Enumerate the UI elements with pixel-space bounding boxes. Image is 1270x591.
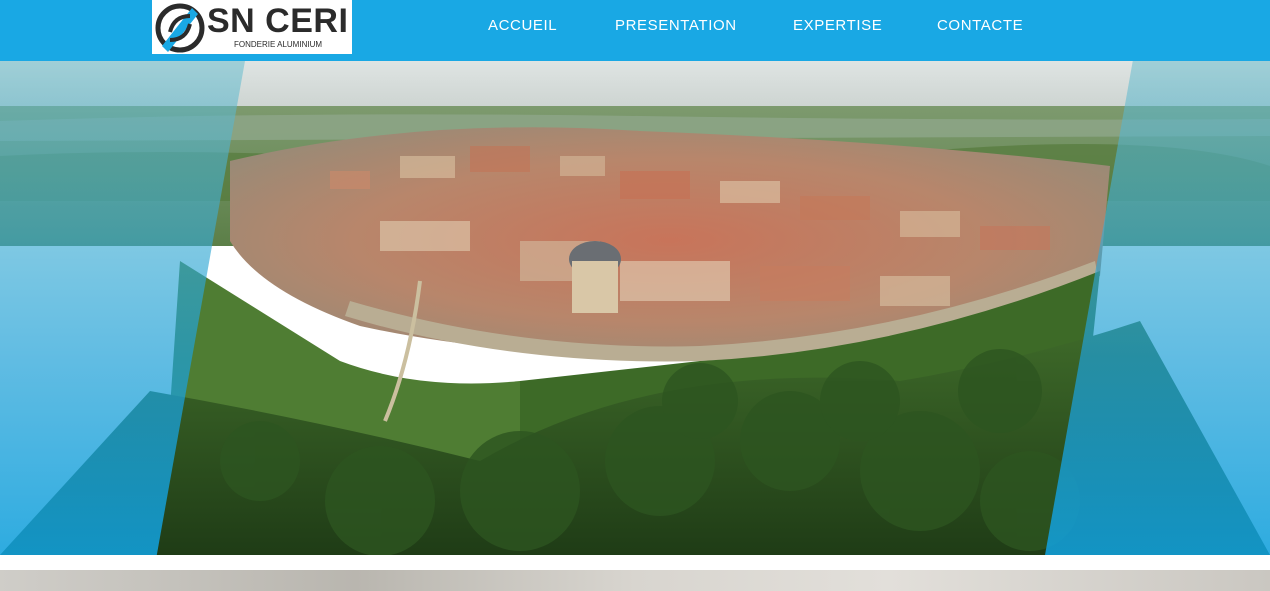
site-logo[interactable]: SN CERI FONDERIE ALUMINIUM xyxy=(152,0,352,54)
nav-item-expertise[interactable]: EXPERTISE xyxy=(793,17,882,35)
nav-item-contacte[interactable]: CONTACTE xyxy=(937,17,1023,35)
site-header: SN CERI FONDERIE ALUMINIUM ACCUEIL PRESE… xyxy=(0,0,1270,61)
logo-brand-name: SN CERI xyxy=(207,2,349,40)
logo-mark-icon xyxy=(155,3,205,53)
nav-item-presentation[interactable]: PRESENTATION xyxy=(615,17,737,35)
hero-banner xyxy=(0,61,1270,555)
logo-tagline: FONDERIE ALUMINIUM xyxy=(234,40,323,49)
nav-item-accueil[interactable]: ACCUEIL xyxy=(488,17,557,35)
next-section-preview xyxy=(0,570,1270,591)
